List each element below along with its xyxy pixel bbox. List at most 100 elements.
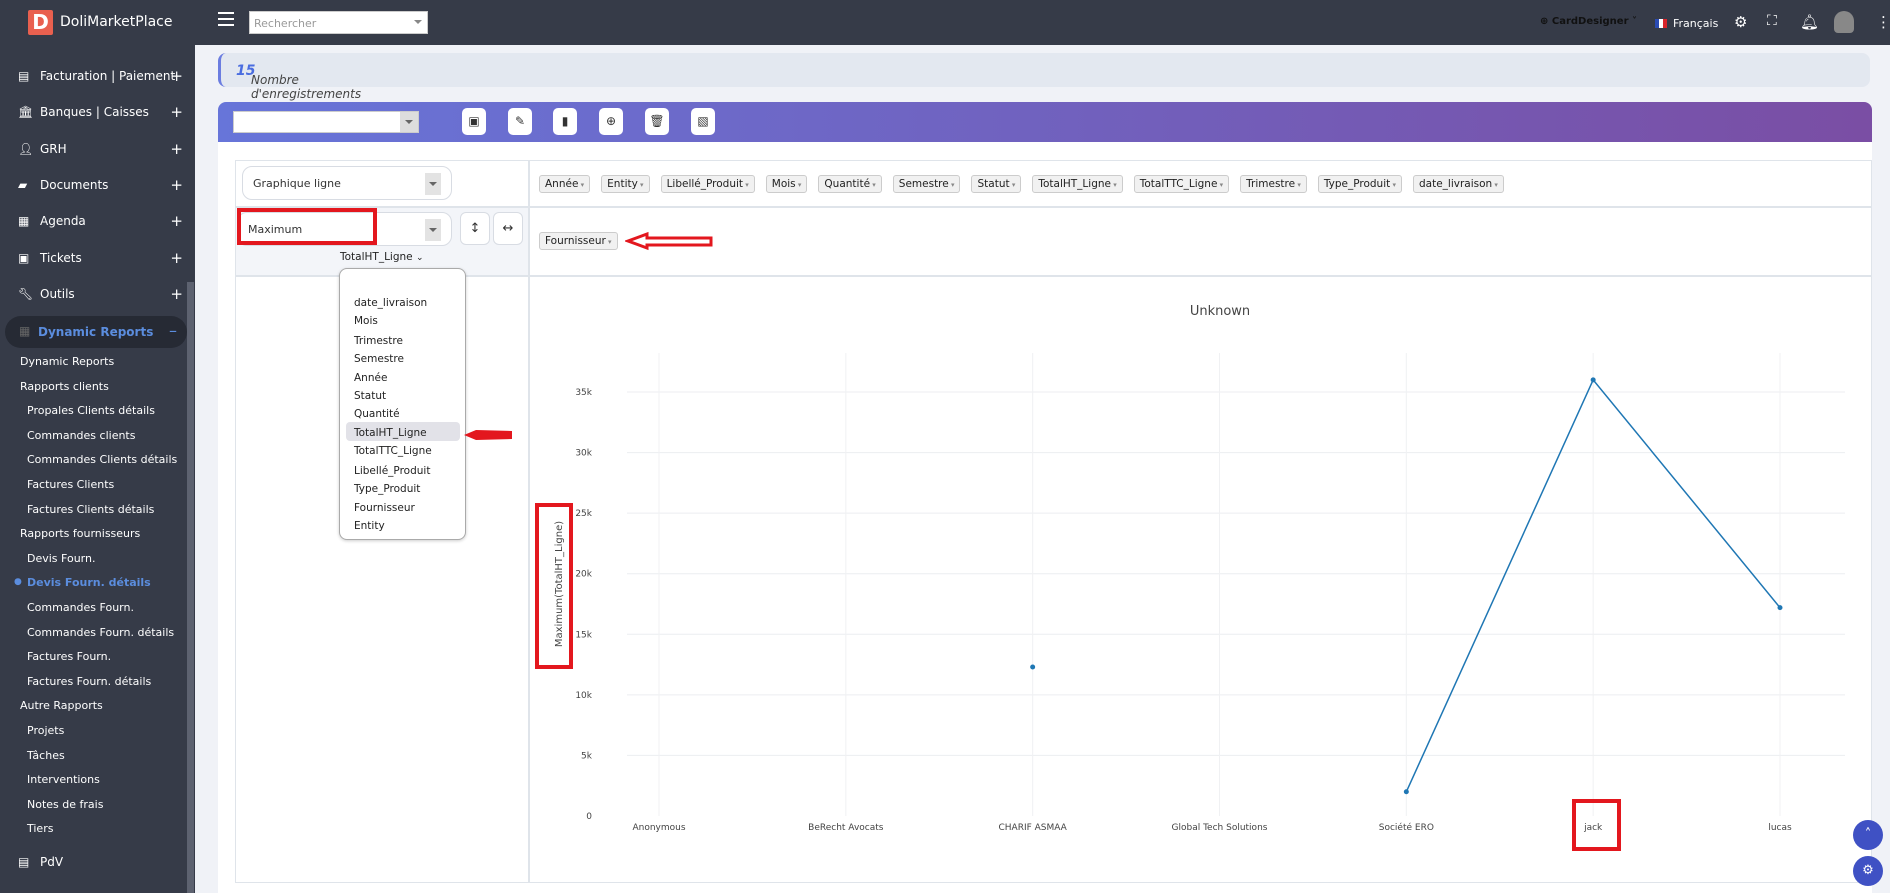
field-menu-item[interactable]: Mois [354, 315, 378, 327]
sidebar-subitem[interactable]: Autre Rapports [20, 699, 103, 712]
export-excel-button[interactable]: ▧ [691, 108, 715, 135]
x-tick-label: CHARIF ASMAA [998, 823, 1067, 833]
sidebar-subitem[interactable]: Rapports fournisseurs [20, 527, 140, 540]
sidebar-item-pdv[interactable]: ▤ PdV [18, 855, 183, 869]
sidebar-subitem-label: Rapports fournisseurs [20, 527, 141, 541]
save-button[interactable]: ▣ [462, 108, 486, 135]
expand-icon[interactable]: + [170, 67, 183, 85]
sidebar-item[interactable]: 🏛︎ Banques | Caisses + [18, 103, 183, 121]
renderer-select[interactable]: Graphique ligne [242, 166, 452, 200]
sidebar-subitem[interactable]: Projets [27, 724, 64, 737]
sidebar-item[interactable]: ▣ Tickets + [18, 249, 183, 267]
chevron-down-icon: ⌄ [415, 253, 424, 263]
field-chip[interactable]: date_livraison [1413, 175, 1504, 193]
app-name[interactable]: DoliMarketPlace [60, 14, 172, 30]
red-arrow-annotation [464, 430, 512, 440]
language-selector[interactable]: Français [1655, 17, 1718, 30]
field-menu-item[interactable]: TotalTTC_Ligne [354, 445, 432, 457]
sidebar-subitem[interactable]: Tiers [27, 822, 53, 835]
sort-cols-button[interactable]: ↔ [493, 212, 523, 245]
data-point[interactable] [1777, 605, 1783, 611]
sidebar-subitem[interactable]: Tâches [27, 749, 65, 762]
sidebar-subitem[interactable]: Commandes Clients détails [27, 453, 177, 466]
field-menu-item[interactable]: Entity [354, 520, 385, 532]
sidebar-item[interactable]: ▤ Facturation | Paiement + [18, 67, 183, 85]
edit-button[interactable]: ✎ [508, 108, 532, 135]
field-chip[interactable]: Quantité [818, 175, 882, 193]
expand-icon[interactable]: + [170, 285, 183, 303]
sidebar-subitem[interactable]: ● Devis Fourn. détails [14, 576, 151, 589]
field-chip[interactable]: TotalTTC_Ligne [1133, 175, 1230, 193]
sidebar-subitem[interactable]: Devis Fourn. [27, 552, 95, 565]
field-menu-item[interactable]: Trimestre [354, 335, 403, 347]
expand-icon[interactable]: + [170, 249, 183, 267]
field-chip[interactable]: Semestre [892, 175, 961, 193]
aggregator-field-select[interactable]: TotalHT_Ligne ⌄ [340, 251, 424, 263]
field-chip[interactable]: Entity [601, 175, 650, 193]
field-chip[interactable]: Trimestre [1240, 175, 1307, 193]
field-menu-item[interactable]: Fournisseur [354, 502, 415, 514]
collapse-icon[interactable]: – [169, 321, 177, 340]
sidebar-subitem[interactable]: Dynamic Reports [20, 355, 114, 368]
flag-icon [1655, 19, 1667, 28]
field-chip[interactable]: Année [539, 175, 591, 193]
sidebar-scrollbar[interactable] [187, 282, 194, 893]
sidebar-subitem[interactable]: Interventions [27, 773, 100, 786]
top-bar: D DoliMarketPlace Rechercher ⊕ CardDesig… [0, 0, 1890, 45]
menu-toggle-icon[interactable] [218, 12, 234, 26]
field-chip[interactable]: TotalHT_Ligne [1032, 175, 1123, 193]
entity-selector[interactable]: ⊕ CardDesigner ˅ [1540, 16, 1637, 27]
expand-icon[interactable]: + [170, 212, 183, 230]
expand-icon[interactable]: + [170, 103, 183, 121]
data-point[interactable] [1030, 664, 1036, 670]
chevron-down-icon[interactable] [400, 112, 418, 132]
field-menu-item[interactable]: Année [354, 372, 387, 384]
field-menu-item[interactable]: Quantité [354, 408, 400, 420]
data-point[interactable] [1590, 377, 1596, 383]
delete-button[interactable]: 🗑︎ [645, 108, 669, 135]
field-menu-item[interactable]: Semestre [354, 353, 404, 365]
scroll-top-button[interactable]: ˄ [1853, 820, 1883, 850]
gear-icon[interactable]: ⚙ [1734, 13, 1747, 31]
avatar[interactable] [1834, 11, 1854, 33]
field-menu-item[interactable]: Libellé_Produit [354, 465, 430, 477]
sidebar-item[interactable]: 👤︎ GRH + [18, 140, 183, 158]
settings-button[interactable]: ⚙ [1853, 856, 1883, 886]
sidebar-item[interactable]: 🔧︎ Outils + [18, 285, 183, 303]
sidebar-item[interactable]: ▦ Agenda + [18, 212, 183, 230]
field-menu-item[interactable]: TotalHT_Ligne [354, 427, 427, 439]
field-chip[interactable]: Mois [765, 175, 808, 193]
sidebar-subitem[interactable]: Factures Clients détails [27, 503, 154, 516]
field-chip[interactable]: Type_Produit [1317, 175, 1402, 193]
fullscreen-icon[interactable]: ⛶ [1767, 13, 1777, 29]
data-point[interactable] [1403, 789, 1409, 795]
field-menu-item[interactable]: Type_Produit [354, 483, 420, 495]
bell-icon[interactable]: 🔔︎ [1800, 13, 1819, 31]
field-chip[interactable]: Libellé_Produit [660, 175, 755, 193]
sidebar-item[interactable]: ▰ Documents + [18, 176, 183, 194]
report-select[interactable] [233, 111, 419, 133]
expand-icon[interactable]: + [170, 176, 183, 194]
sidebar-subitem-label: Interventions [27, 773, 100, 787]
field-menu-item[interactable]: Statut [354, 390, 386, 402]
row-field-chip[interactable]: Fournisseur [539, 232, 618, 250]
sidebar-subitem[interactable]: Factures Fourn. détails [27, 675, 151, 688]
sidebar-subitem[interactable]: Factures Fourn. [27, 650, 111, 663]
more-vertical-icon[interactable]: ⋮ [1876, 13, 1890, 31]
sidebar-subitem[interactable]: Rapports clients [20, 380, 109, 393]
search-input[interactable]: Rechercher [249, 11, 428, 34]
field-chip[interactable]: Statut [971, 175, 1022, 193]
add-button[interactable]: ⊕ [599, 108, 623, 135]
field-menu-item[interactable]: date_livraison [354, 297, 427, 309]
sidebar-subitem[interactable]: Commandes clients [27, 429, 135, 442]
sidebar-subitem[interactable]: Commandes Fourn. [27, 601, 134, 614]
sidebar-subitem[interactable]: Factures Clients [27, 478, 114, 491]
y-tick-label: 35k [575, 388, 592, 398]
sidebar-subitem[interactable]: Commandes Fourn. détails [27, 626, 174, 639]
expand-icon[interactable]: + [170, 140, 183, 158]
sidebar-item-dynamic-reports[interactable]: ▦ Dynamic Reports – [5, 316, 187, 348]
sidebar-subitem[interactable]: Notes de frais [27, 798, 103, 811]
new-document-button[interactable]: ▮ [553, 108, 577, 135]
sort-rows-button[interactable]: ↕ [460, 212, 490, 245]
sidebar-subitem[interactable]: Propales Clients détails [27, 404, 155, 417]
